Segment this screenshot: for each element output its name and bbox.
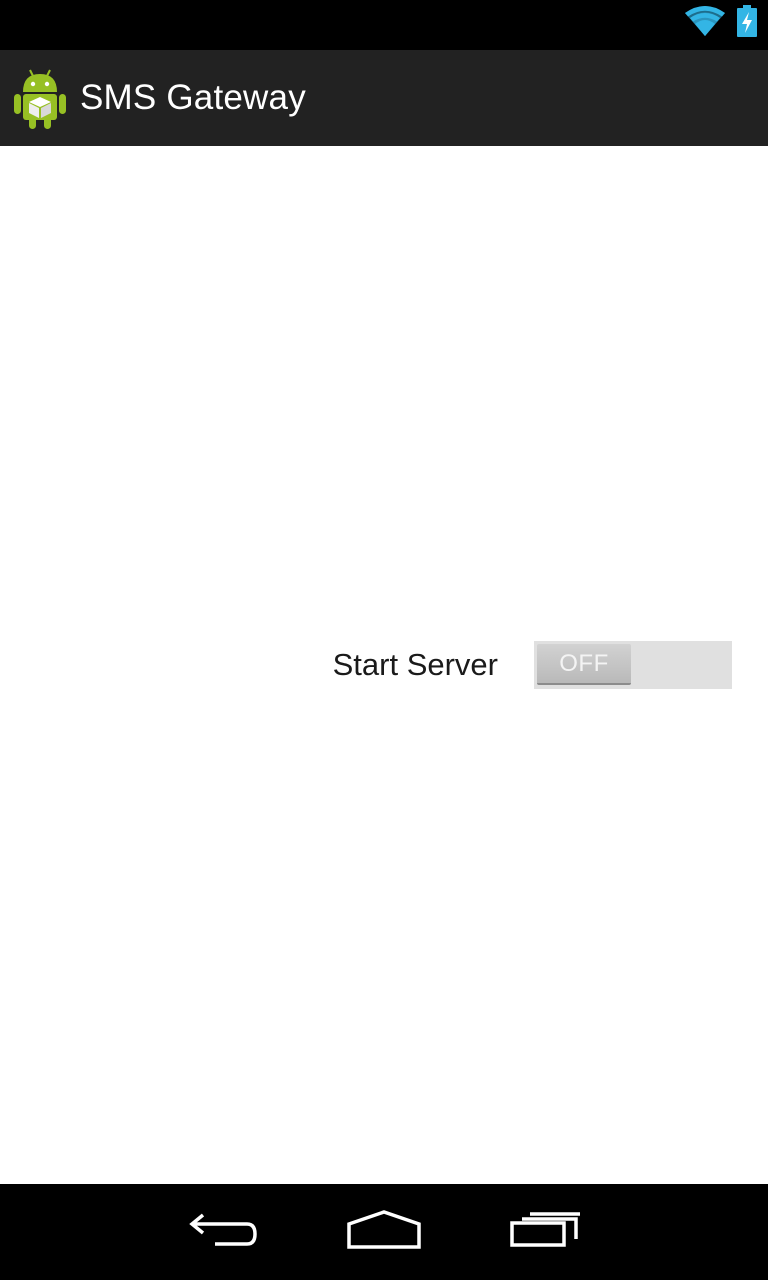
app-screen: SMS Gateway Start Server OFF [0,0,768,1280]
action-bar: SMS Gateway [0,50,768,146]
battery-charging-icon [736,5,758,37]
status-bar [0,0,768,50]
home-button[interactable] [339,1204,429,1260]
switch-state-text: OFF [559,649,609,677]
start-server-label: Start Server [332,647,498,682]
recents-button[interactable] [501,1204,591,1260]
back-button[interactable] [179,1204,269,1260]
main-content: Start Server OFF [0,146,768,1184]
start-server-row: Start Server OFF [333,641,732,689]
start-server-switch[interactable]: OFF [534,641,732,689]
recents-icon [510,1210,582,1255]
back-icon [189,1210,259,1255]
app-title: SMS Gateway [80,78,306,117]
switch-thumb[interactable]: OFF [537,644,631,685]
wifi-icon [684,5,726,37]
home-icon [346,1209,422,1255]
navigation-bar [0,1184,768,1280]
status-icons [684,4,758,38]
android-app-icon[interactable] [11,66,69,130]
